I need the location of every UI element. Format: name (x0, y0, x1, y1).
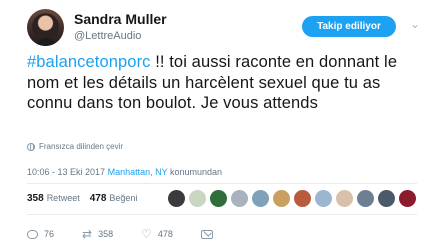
reply-icon (27, 229, 38, 239)
liker-avatar[interactable] (231, 190, 248, 207)
liker-avatar[interactable] (357, 190, 374, 207)
direct-message-button[interactable] (200, 229, 213, 239)
reply-button[interactable]: 76 (27, 229, 54, 239)
author-handle[interactable]: @LettreAudio (74, 30, 141, 42)
like-button[interactable]: ♡ 478 (141, 228, 173, 240)
translate-link[interactable]: Fransızca dilinden çevir (27, 142, 123, 151)
retweet-icon: ⇄ (82, 227, 93, 241)
tweet-actions: 76 ⇄ 358 ♡ 478 (27, 228, 241, 240)
reply-count: 76 (44, 229, 55, 239)
tweet-meta: 10:06 - 13 Eki 2017 Manhattan, NY konumu… (27, 167, 222, 177)
tweet-text: #balancetonporc !! toi aussi raconte en … (27, 52, 417, 114)
like-count: 478 (89, 193, 107, 204)
chevron-down-icon[interactable]: ⌄ (410, 17, 420, 31)
likers-avatars (168, 190, 416, 207)
timestamp[interactable]: 10:06 - 13 Eki 2017 (27, 167, 105, 177)
envelope-icon (200, 229, 213, 239)
liker-avatar[interactable] (273, 190, 290, 207)
location-suffix: konumundan (169, 167, 223, 177)
divider (27, 214, 417, 215)
divider (27, 183, 417, 184)
retweet-button[interactable]: ⇄ 358 (82, 228, 113, 240)
liker-avatar[interactable] (252, 190, 269, 207)
liker-avatar[interactable] (378, 190, 395, 207)
avatar[interactable] (27, 9, 64, 46)
like-label: Beğeni (109, 193, 138, 203)
retweet-stat[interactable]: 358 Retweet (27, 193, 80, 204)
liker-avatar[interactable] (336, 190, 353, 207)
heart-icon: ♡ (141, 227, 152, 241)
liker-avatar[interactable] (399, 190, 416, 207)
liker-avatar[interactable] (168, 190, 185, 207)
liker-avatar[interactable] (315, 190, 332, 207)
liker-avatar[interactable] (294, 190, 311, 207)
author-name[interactable]: Sandra Muller (74, 11, 167, 27)
liker-avatar[interactable] (210, 190, 227, 207)
like-action-count: 478 (157, 229, 173, 239)
retweet-label: Retweet (46, 193, 80, 203)
liker-avatar[interactable] (189, 190, 206, 207)
following-button[interactable]: Takip ediliyor (302, 16, 396, 37)
globe-icon (27, 142, 35, 151)
location-link[interactable]: Manhattan, NY (108, 167, 168, 177)
tweet-stats: 358 Retweet 478 Beğeni (27, 193, 147, 204)
retweet-action-count: 358 (98, 229, 114, 239)
retweet-count: 358 (27, 193, 44, 204)
hashtag-link[interactable]: #balancetonporc (27, 53, 151, 71)
tweet-card: Sandra Muller @LettreAudio Takip ediliyo… (0, 0, 438, 246)
like-stat[interactable]: 478 Beğeni (90, 193, 138, 204)
translate-label: Fransızca dilinden çevir (39, 142, 124, 151)
